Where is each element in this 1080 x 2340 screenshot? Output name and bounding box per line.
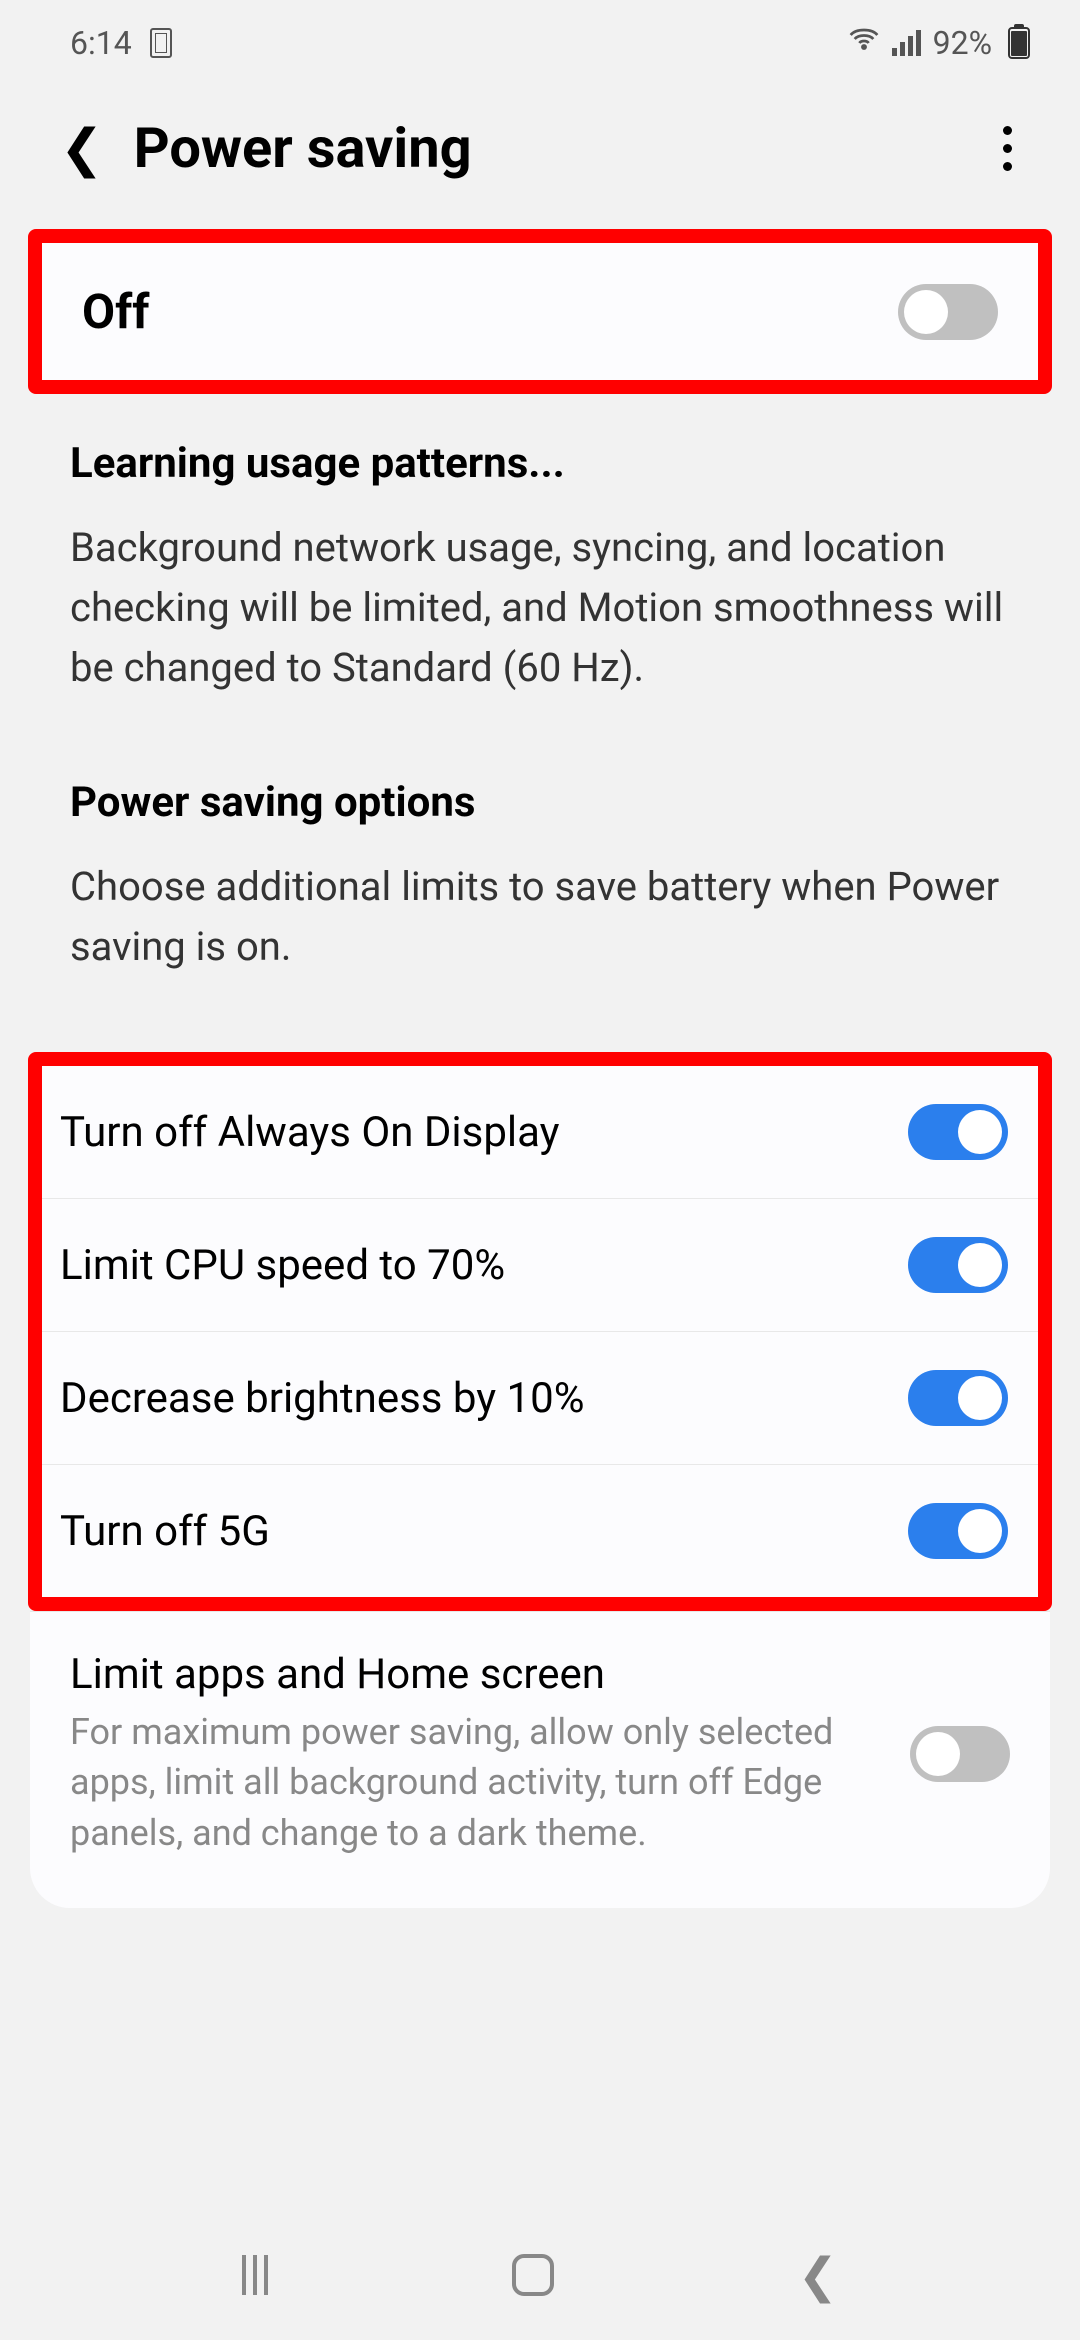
status-bar: 6:14 92% xyxy=(0,0,1080,85)
learning-header: Learning usage patterns... xyxy=(30,394,1050,508)
option-toggle-aod[interactable] xyxy=(908,1104,1008,1160)
master-toggle-highlight: Off xyxy=(28,229,1052,394)
options-highlight: Turn off Always On Display Limit CPU spe… xyxy=(28,1052,1052,1611)
more-options-button[interactable] xyxy=(995,118,1020,179)
signal-icon xyxy=(892,30,921,56)
nav-back-button[interactable]: ❮ xyxy=(798,2247,838,2304)
status-right: 92% xyxy=(848,23,1030,63)
master-toggle-label: Off xyxy=(82,283,149,340)
clock-text: 6:14 xyxy=(70,24,132,62)
limit-apps-title: Limit apps and Home screen xyxy=(70,1650,880,1699)
page-header: ❮ Power saving xyxy=(0,85,1080,211)
page-title: Power saving xyxy=(134,115,472,181)
option-decrease-brightness[interactable]: Decrease brightness by 10% xyxy=(42,1332,1038,1465)
option-toggle-5g[interactable] xyxy=(908,1503,1008,1559)
wifi-icon xyxy=(848,23,880,63)
option-label: Limit CPU speed to 70% xyxy=(60,1241,505,1290)
navigation-bar: ❮ xyxy=(0,2210,1080,2340)
limit-apps-toggle[interactable] xyxy=(910,1726,1010,1782)
limit-apps-description: For maximum power saving, allow only sel… xyxy=(70,1707,880,1858)
option-turn-off-5g[interactable]: Turn off 5G xyxy=(42,1465,1038,1597)
nav-recents-button[interactable] xyxy=(242,2255,268,2295)
option-limit-cpu[interactable]: Limit CPU speed to 70% xyxy=(42,1199,1038,1332)
battery-percentage: 92% xyxy=(933,24,992,62)
options-body: Choose additional limits to save battery… xyxy=(30,847,1050,1012)
option-label: Turn off 5G xyxy=(60,1507,270,1556)
battery-icon xyxy=(1004,27,1030,59)
master-toggle-row[interactable]: Off xyxy=(42,243,1038,380)
master-toggle-switch[interactable] xyxy=(898,284,998,340)
back-button[interactable]: ❮ xyxy=(60,118,104,179)
status-left: 6:14 xyxy=(70,24,172,62)
option-label: Decrease brightness by 10% xyxy=(60,1374,585,1423)
options-header: Power saving options xyxy=(30,733,1050,847)
sim-icon xyxy=(150,28,172,58)
learning-body: Background network usage, syncing, and l… xyxy=(30,508,1050,733)
option-always-on-display[interactable]: Turn off Always On Display xyxy=(42,1066,1038,1199)
nav-home-button[interactable] xyxy=(512,2254,554,2296)
option-toggle-brightness[interactable] xyxy=(908,1370,1008,1426)
option-toggle-cpu[interactable] xyxy=(908,1237,1008,1293)
limit-apps-row[interactable]: Limit apps and Home screen For maximum p… xyxy=(30,1611,1050,1908)
option-label: Turn off Always On Display xyxy=(60,1108,560,1157)
